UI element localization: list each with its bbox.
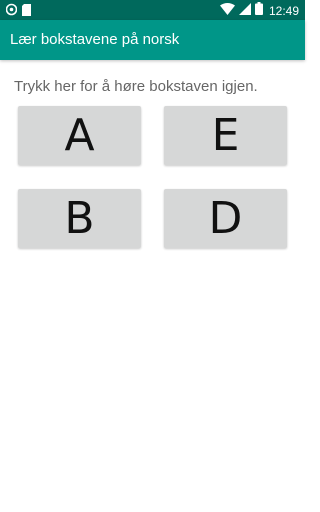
letter-button-a[interactable]: A (18, 106, 141, 165)
battery-icon (254, 2, 263, 20)
replay-instruction[interactable]: Trykk her for å høre bokstaven igjen. (14, 77, 258, 97)
signal-icon (238, 2, 251, 20)
letter-button-e[interactable]: E (164, 106, 287, 165)
letter-button-b[interactable]: B (18, 189, 141, 248)
status-right-icons: 12:49 (219, 2, 299, 20)
wifi-icon (219, 2, 235, 20)
letter-button-d[interactable]: D (164, 189, 287, 248)
status-bar: 12:49 (0, 0, 305, 20)
sd-card-icon (22, 3, 31, 21)
status-time: 12:49 (268, 4, 299, 18)
status-left-icons (5, 3, 31, 21)
app-title: Lær bokstavene på norsk (10, 31, 180, 48)
sim-card-icon (5, 3, 18, 21)
app-bar: Lær bokstavene på norsk (0, 20, 305, 60)
